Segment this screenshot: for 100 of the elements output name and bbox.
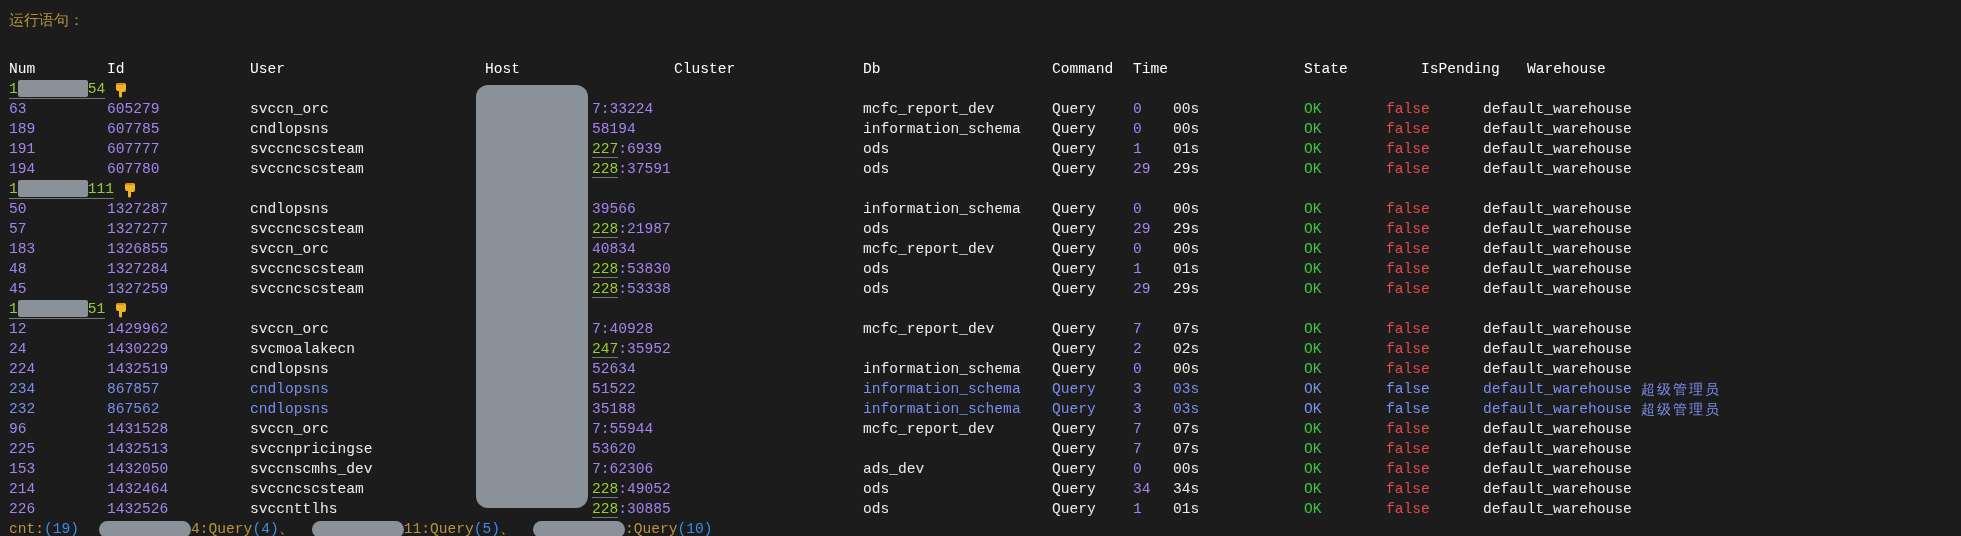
table-cell: 1326855: [107, 241, 169, 257]
table-cell-text: default_warehouse: [1483, 220, 1632, 239]
table-cell: ods: [863, 481, 890, 497]
table-cell: Query: [1052, 221, 1096, 237]
table-cell: 1327277: [107, 221, 169, 237]
table-cell: false: [1386, 441, 1430, 457]
table-cell: 227:6939: [592, 141, 663, 158]
table-cell: 607777: [107, 141, 160, 157]
summary-item: :Query(10): [625, 519, 713, 536]
table-cell: 228:53830: [592, 261, 671, 278]
table-cell: 02s: [1173, 341, 1200, 357]
column-header: Id: [107, 61, 125, 77]
table-cell: 07s: [1173, 421, 1200, 437]
table-cell: 1327287: [107, 201, 169, 217]
table-cell: 225: [9, 441, 36, 457]
column-header: Command: [1052, 61, 1114, 77]
table-cell: OK: [1304, 321, 1322, 337]
table-cell: Query: [1052, 241, 1096, 257]
table-cell: 00s: [1173, 201, 1200, 217]
table-cell: 39566: [592, 201, 636, 217]
table-cell: 228:30885: [592, 501, 671, 518]
table-cell: Query: [1052, 321, 1096, 337]
table-cell: 29s: [1173, 161, 1200, 177]
table-cell: false: [1386, 461, 1430, 477]
table-cell: 0: [1133, 241, 1142, 257]
group-key: 1 111: [9, 179, 115, 199]
table-cell: false: [1386, 341, 1430, 357]
table-cell: 214: [9, 481, 36, 497]
table-cell-text: default_warehouse: [1483, 200, 1632, 219]
table-cell: 3: [1133, 401, 1142, 417]
table-cell: 191: [9, 141, 36, 157]
table-cell: Query: [1052, 401, 1096, 417]
table-cell: Query: [1052, 361, 1096, 377]
table-cell: mcfc_report_dev: [863, 321, 995, 337]
table-cell: 00s: [1173, 101, 1200, 117]
table-cell: 607785: [107, 121, 160, 137]
table-cell: false: [1386, 281, 1430, 297]
table-cell-text: default_warehouse: [1483, 420, 1632, 439]
table-cell: 607780: [107, 161, 160, 177]
table-cell: svccncscsteam: [250, 161, 364, 177]
table-cell: Query: [1052, 341, 1096, 357]
redaction-bar: [17, 180, 88, 197]
table-cell: cndlopsns: [250, 201, 329, 217]
table-cell: false: [1386, 241, 1430, 257]
table-cell: 00s: [1173, 361, 1200, 377]
table-cell: OK: [1304, 241, 1322, 257]
table-cell: 24: [9, 341, 27, 357]
column-header: Cluster: [674, 61, 736, 77]
statement-label: 运行语句：: [9, 10, 85, 30]
table-cell: cndlopsns: [250, 401, 329, 417]
table-cell: OK: [1304, 141, 1322, 157]
table-cell: OK: [1304, 461, 1322, 477]
table-cell: 29s: [1173, 221, 1200, 237]
table-cell: 7:55944: [592, 421, 654, 437]
table-cell: cndlopsns: [250, 361, 329, 377]
table-cell: 48: [9, 261, 27, 277]
table-cell: false: [1386, 361, 1430, 377]
table-cell: svccn_orc: [250, 421, 329, 437]
table-cell: OK: [1304, 101, 1322, 117]
table-cell: false: [1386, 481, 1430, 497]
table-cell: Query: [1052, 501, 1096, 517]
table-cell: Query: [1052, 481, 1096, 497]
table-cell: 34s: [1173, 481, 1200, 497]
table-cell: false: [1386, 221, 1430, 237]
table-cell-text: default_warehouse: [1483, 460, 1632, 479]
table-cell: svccnpricingse: [250, 441, 373, 457]
table-cell: 234: [9, 381, 36, 397]
column-header: Num: [9, 61, 36, 77]
table-cell: information_schema: [863, 401, 1021, 417]
table-cell: 12: [9, 321, 27, 337]
table-cell: 228:37591: [592, 161, 671, 178]
table-cell: 226: [9, 501, 36, 517]
table-cell: 7: [1133, 441, 1142, 457]
table-cell: Query: [1052, 161, 1096, 177]
table-cell: Query: [1052, 281, 1096, 297]
table-cell: mcfc_report_dev: [863, 421, 995, 437]
table-cell: 1432464: [107, 481, 169, 497]
table-cell: 58194: [592, 121, 636, 137]
table-cell: 1432513: [107, 441, 169, 457]
redaction-bar: [17, 80, 88, 97]
table-cell: OK: [1304, 381, 1322, 397]
table-cell: 96: [9, 421, 27, 437]
table-cell: OK: [1304, 221, 1322, 237]
table-cell: mcfc_report_dev: [863, 101, 995, 117]
table-cell: 3: [1133, 381, 1142, 397]
table-cell: svccn_orc: [250, 101, 329, 117]
table-cell: false: [1386, 201, 1430, 217]
table-cell-text: default_warehouse: [1483, 120, 1632, 139]
table-cell: 03s: [1173, 401, 1200, 417]
table-cell: 1432526: [107, 501, 169, 517]
table-cell: false: [1386, 121, 1430, 137]
table-cell: information_schema: [863, 361, 1021, 377]
table-cell: 29: [1133, 281, 1151, 297]
table-cell: false: [1386, 261, 1430, 277]
table-cell: OK: [1304, 121, 1322, 137]
table-cell: 247:35952: [592, 341, 671, 358]
table-cell: cndlopsns: [250, 121, 329, 137]
table-cell: 00s: [1173, 121, 1200, 137]
table-cell: ads_dev: [863, 461, 925, 477]
table-cell-text: default_warehouse: [1483, 380, 1632, 399]
